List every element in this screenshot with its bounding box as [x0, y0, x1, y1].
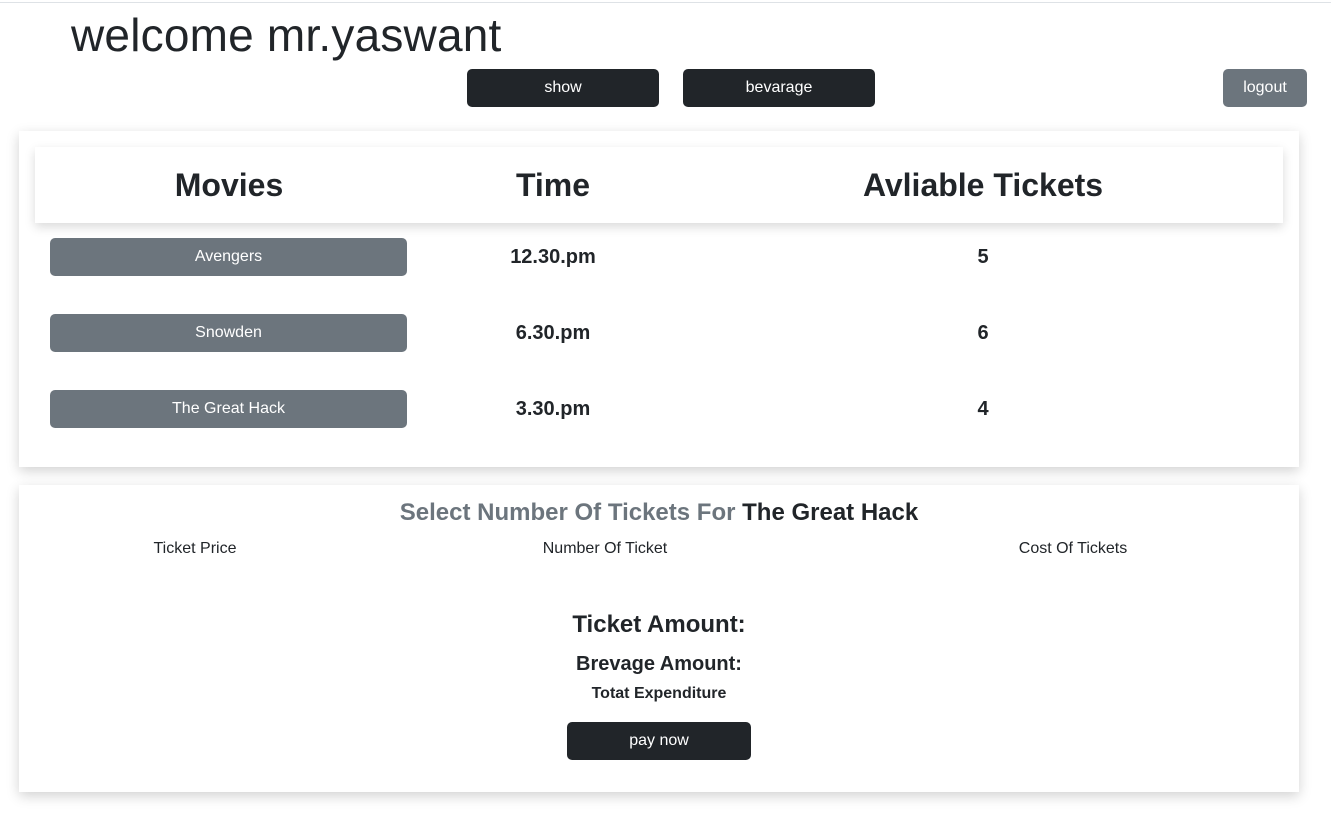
top-divider — [0, 2, 1331, 3]
available-tickets-count: 4 — [977, 397, 989, 420]
movies-card: Movies Time Avliable Tickets Avengers 12… — [19, 131, 1299, 467]
header-available-tickets: Avliable Tickets — [862, 166, 1104, 203]
select-tickets-title: Select Number Of Tickets For The Great H… — [19, 499, 1299, 527]
select-tickets-prefix: Select Number Of Tickets For — [399, 499, 736, 526]
welcome-heading: welcome mr.yaswant — [71, 9, 502, 61]
beverage-button[interactable]: bevarage — [683, 69, 875, 107]
cost-of-tickets-label: Cost Of Tickets — [1018, 540, 1128, 557]
number-of-ticket-label: Number Of Ticket — [542, 540, 668, 557]
brevage-amount-label: Brevage Amount: — [576, 653, 742, 675]
movie-time: 12.30.pm — [510, 245, 596, 268]
header-time: Time — [515, 166, 591, 203]
movie-time: 3.30.pm — [515, 397, 591, 420]
movies-table-header: Movies Time Avliable Tickets — [35, 147, 1283, 223]
available-tickets-count: 6 — [977, 321, 989, 344]
ticket-amount-label: Ticket Amount: — [572, 611, 746, 638]
ticket-order-card: Select Number Of Tickets For The Great H… — [19, 485, 1299, 792]
total-expenditure-label: Totat Expenditure — [591, 685, 727, 702]
show-button[interactable]: show — [467, 69, 659, 107]
logout-button[interactable]: logout — [1223, 69, 1307, 107]
movie-button-the-great-hack[interactable]: The Great Hack — [50, 390, 407, 428]
movie-time: 6.30.pm — [515, 321, 591, 344]
available-tickets-count: 5 — [977, 245, 989, 268]
movie-button-avengers[interactable]: Avengers — [50, 238, 407, 276]
selected-movie-name: The Great Hack — [742, 499, 919, 526]
movie-button-snowden[interactable]: Snowden — [50, 314, 407, 352]
header-movies: Movies — [174, 166, 284, 203]
pay-now-button[interactable]: pay now — [567, 722, 751, 760]
ticket-price-label: Ticket Price — [153, 540, 237, 557]
